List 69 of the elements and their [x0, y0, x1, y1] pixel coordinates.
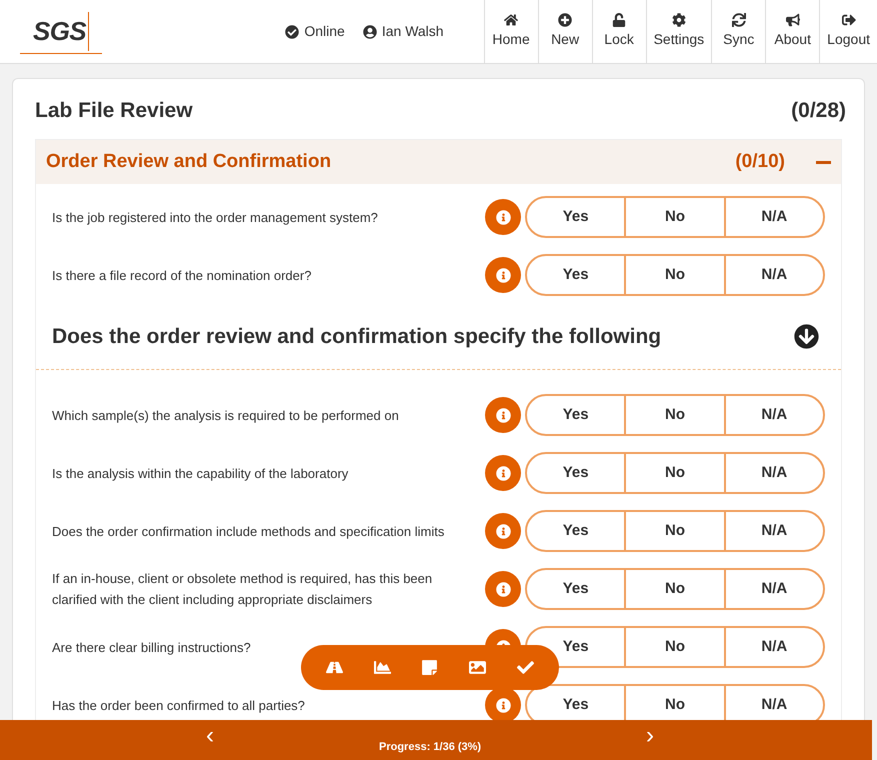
question-text: Does the order confirmation include methods and specification limits [52, 522, 446, 541]
question-text: Is the job registered into the order management system? [52, 208, 379, 227]
info-icon[interactable] [485, 513, 521, 549]
answer-button[interactable]: N/A [724, 570, 823, 608]
next-button[interactable]: › [646, 724, 654, 748]
answer-button[interactable]: Yes [527, 628, 624, 666]
answer-button[interactable]: Yes [527, 256, 624, 294]
section-count: (0/10) [735, 150, 785, 174]
answer-button[interactable]: No [624, 198, 724, 236]
question-text: Is there a file record of the nomination order? [52, 266, 312, 284]
section-title: Order Review and Confirmation [46, 150, 332, 174]
road-icon [326, 659, 344, 676]
info-icon[interactable] [485, 199, 521, 235]
logo: SGS [20, 10, 102, 54]
answer-button[interactable]: No [624, 570, 724, 608]
question-text: Has the order been confirmed to all parties? [52, 696, 306, 715]
subheading: Does the order review and confirmation specify the following [52, 324, 662, 350]
plus-icon [558, 13, 572, 27]
status-text: Online [304, 22, 345, 41]
megaphone-icon [786, 13, 800, 27]
answer-button[interactable]: N/A [724, 198, 823, 236]
review-count: (0/28) [791, 98, 846, 124]
answer-button[interactable]: N/A [724, 512, 823, 550]
info-icon[interactable] [485, 455, 521, 491]
nav-button[interactable]: Lock [592, 0, 646, 63]
answer-button[interactable]: No [624, 512, 724, 550]
answer-button[interactable]: N/A [724, 256, 823, 294]
answer-button[interactable]: No [624, 396, 724, 434]
question-text: Are there clear billing instructions? [52, 638, 252, 657]
info-icon[interactable] [485, 257, 521, 293]
online-icon [285, 24, 300, 38]
previous-button[interactable]: ‹ [206, 724, 214, 748]
check-icon [516, 659, 534, 676]
question-text: If an in-house, client or obsolete method is required, has this been clarified with the client including appropriate disclaimers [52, 570, 434, 609]
answer-button[interactable]: N/A [724, 628, 823, 666]
progress-text: Progress: 1/36 (3%) [379, 740, 482, 755]
answer-button[interactable]: No [624, 454, 724, 492]
note-icon [421, 659, 438, 676]
nav-button[interactable]: Home [484, 0, 538, 63]
answer-button[interactable]: Yes [527, 512, 624, 550]
expand-icon[interactable] [794, 324, 819, 349]
info-icon[interactable] [485, 397, 521, 433]
question-text: Which sample(s) the analysis is required to be performed on [52, 406, 400, 425]
nav-button[interactable]: Sync [711, 0, 766, 63]
review-title: Lab File Review [35, 98, 193, 124]
user-icon [362, 24, 377, 38]
question-text: Is the analysis within the capability of the laboratory [52, 464, 350, 483]
answer-button[interactable]: N/A [724, 454, 823, 492]
info-icon[interactable] [485, 571, 521, 607]
nav-button[interactable]: New [538, 0, 592, 63]
answer-button[interactable]: No [624, 628, 724, 666]
answer-button[interactable]: Yes [527, 570, 624, 608]
home-icon [504, 13, 518, 27]
nav-button[interactable]: About [765, 0, 820, 63]
user-name: Ian Walsh [382, 22, 444, 41]
area-chart-icon [374, 659, 391, 676]
logout-icon [842, 13, 856, 27]
answer-button[interactable]: Yes [527, 686, 624, 724]
nav-button[interactable]: Logout [819, 0, 877, 63]
answer-button[interactable]: Yes [527, 454, 624, 492]
answer-button[interactable]: Yes [527, 396, 624, 434]
answer-button[interactable]: Yes [527, 198, 624, 236]
settings-icon [672, 13, 686, 27]
image-icon [469, 659, 486, 676]
sync-icon [732, 13, 746, 27]
answer-button[interactable]: N/A [724, 396, 823, 434]
lock-icon [612, 13, 626, 27]
nav-button[interactable]: Settings [646, 0, 712, 63]
answer-button[interactable]: No [624, 256, 724, 294]
